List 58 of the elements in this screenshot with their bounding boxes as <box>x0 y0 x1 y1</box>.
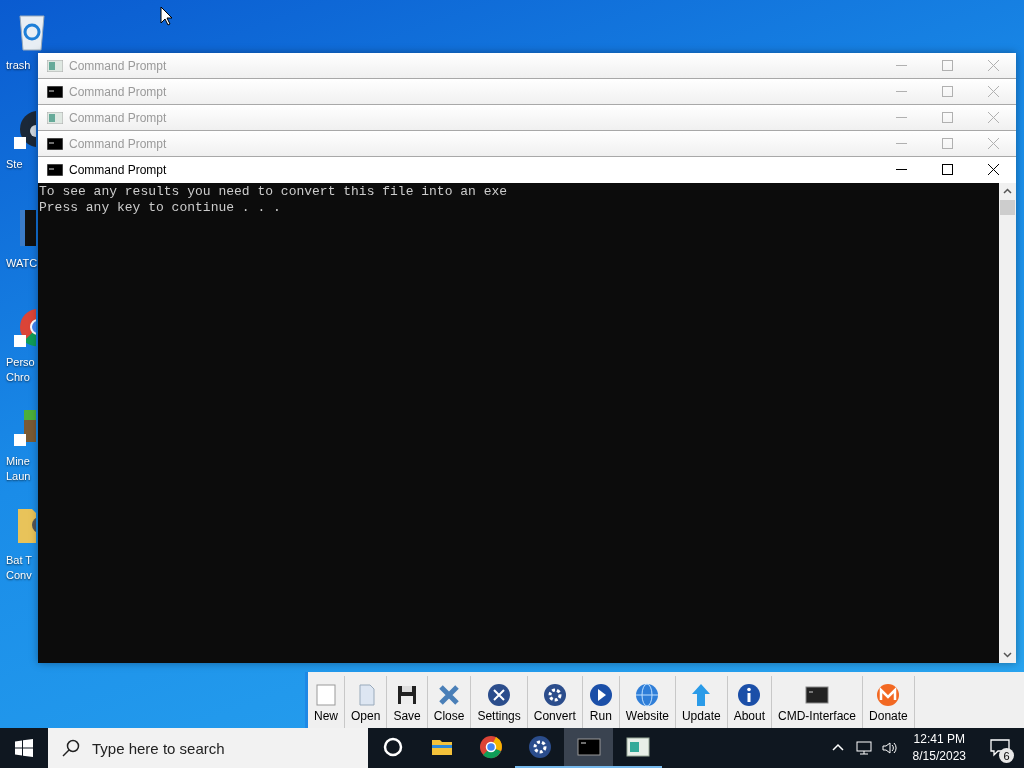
tools-icon <box>487 683 512 707</box>
globe-icon <box>635 683 660 707</box>
terminal-icon <box>805 683 830 707</box>
window-title: Command Prompt <box>69 58 168 73</box>
toolbar-button[interactable]: New <box>308 676 345 728</box>
close-icon <box>987 86 999 97</box>
window-title-bar[interactable]: Command Prompt <box>38 157 1016 183</box>
toolbar-button[interactable]: About <box>727 676 772 728</box>
play-icon <box>588 683 613 707</box>
info-icon <box>737 683 762 707</box>
maximize-icon <box>941 112 953 123</box>
toolbar-button[interactable]: Save <box>387 676 428 728</box>
browser-icon <box>478 735 503 759</box>
close-icon <box>987 60 999 71</box>
scroll-thumb[interactable] <box>1000 200 1015 215</box>
terminal-icon <box>47 137 63 150</box>
window-title: Command Prompt <box>69 110 168 125</box>
close-icon <box>987 138 999 149</box>
notification-count: 6 <box>999 748 1014 763</box>
close-icon <box>987 112 999 123</box>
window-title: Command Prompt <box>69 162 168 177</box>
terminal-icon <box>47 163 63 176</box>
desktop-icon-label: Bat T Conv <box>6 553 33 583</box>
notification-button[interactable]: 6 <box>976 728 1024 768</box>
desktop-icon-label: Perso Chro <box>6 355 35 385</box>
desktop-icon-label: WATC <box>6 256 38 271</box>
speaker-icon <box>880 739 899 757</box>
console-line: Press any key to continue . . . <box>39 200 282 216</box>
taskbar-app-button[interactable] <box>564 728 613 768</box>
terminal-icon <box>576 735 601 759</box>
window-title: Command Prompt <box>69 84 168 99</box>
coin-icon <box>876 683 901 707</box>
maximize-icon <box>941 86 953 97</box>
desktop-icon-label: Mine Laun <box>6 454 31 484</box>
toolbar-button[interactable]: Run <box>582 676 620 728</box>
desktop-icon-label: trash <box>6 58 31 73</box>
window-title: Command Prompt <box>69 136 168 151</box>
scrollbar[interactable] <box>999 183 1016 663</box>
windows-logo-icon <box>15 739 33 757</box>
window-icon <box>625 735 650 759</box>
gear-icon <box>527 735 552 759</box>
maximize-icon <box>941 164 953 175</box>
mouse-pointer-icon <box>160 6 174 26</box>
blank-page-icon <box>314 683 338 707</box>
search-field[interactable]: Type here to search <box>48 728 368 768</box>
network-icon <box>854 739 873 757</box>
window-icon <box>47 111 63 124</box>
close-icon <box>987 164 999 175</box>
toolbar-button[interactable]: Open <box>345 676 388 728</box>
maximize-icon <box>941 60 953 71</box>
console-line: To see any results you need to convert this file into an exe <box>39 184 509 200</box>
gear-icon <box>542 683 567 707</box>
x-icon <box>437 683 462 707</box>
terminal-icon <box>47 85 63 98</box>
window-icon <box>47 59 63 72</box>
maximize-icon <box>941 138 953 149</box>
clock[interactable]: 12:41 PM 8/15/2023 <box>902 728 976 768</box>
desktop-icon-label: Ste <box>6 157 23 172</box>
